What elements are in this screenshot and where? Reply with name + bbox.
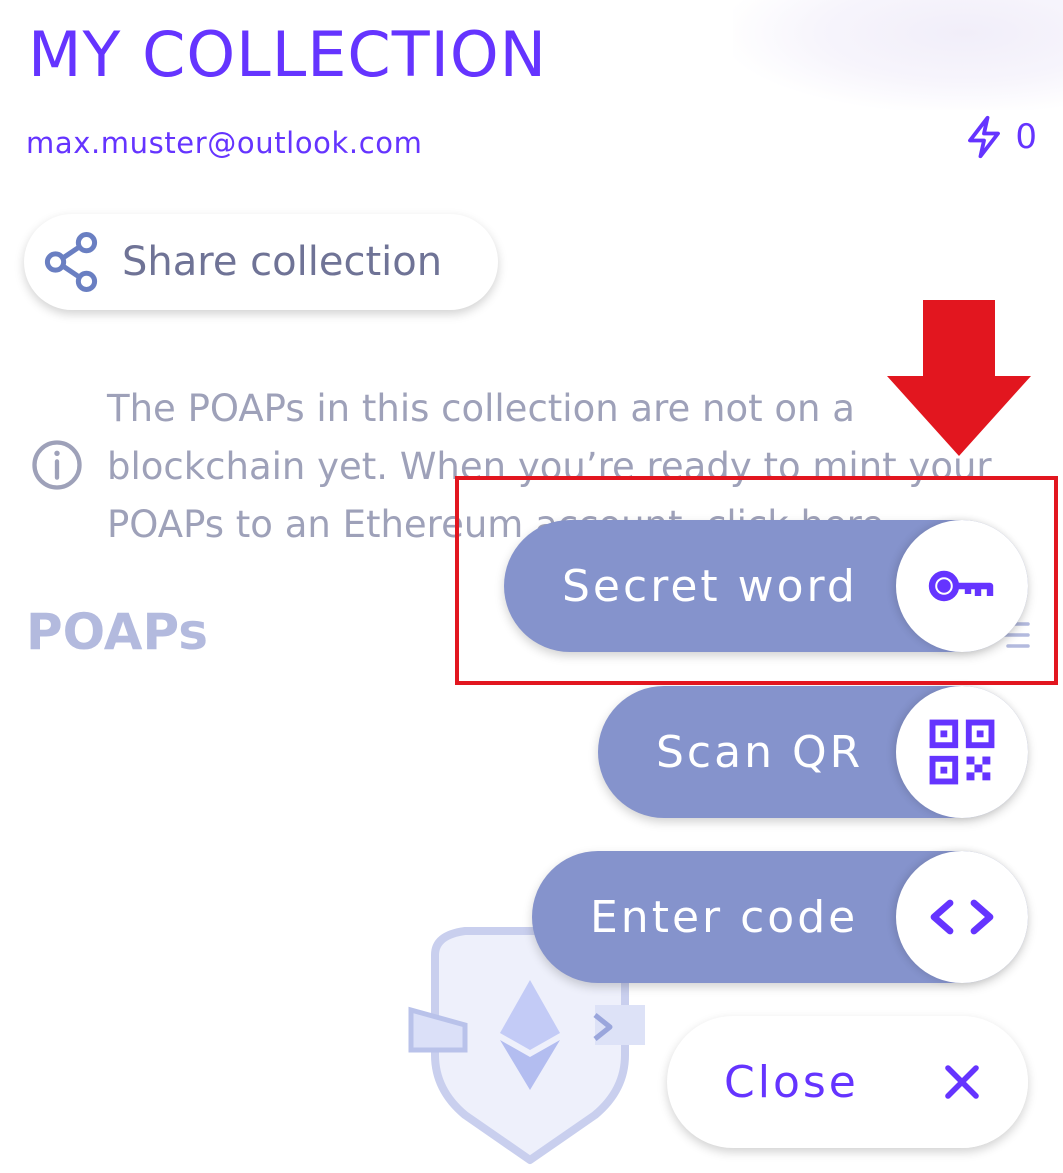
enter-code-label: Enter code [590, 891, 859, 943]
close-menu-button[interactable]: Close [667, 1016, 1028, 1148]
close-label: Close [724, 1056, 859, 1108]
share-icon [44, 232, 98, 292]
scan-qr-button[interactable]: Scan QR [598, 686, 1028, 818]
annotation-down-arrow-icon [887, 300, 1031, 456]
lightning-icon [968, 115, 1001, 159]
scan-qr-label: Scan QR [656, 726, 864, 778]
close-icon [945, 1065, 979, 1099]
enter-code-icon-circle [896, 851, 1028, 983]
scan-qr-icon-circle [896, 686, 1028, 818]
enter-code-button[interactable]: Enter code [532, 851, 1028, 983]
close-icon-circle [896, 1016, 1028, 1148]
annotation-highlight-box [455, 476, 1058, 685]
share-collection-label: Share collection [122, 239, 443, 285]
share-collection-button[interactable]: Share collection [24, 214, 498, 310]
code-brackets-icon [930, 899, 994, 935]
page-title: MY COLLECTION [28, 18, 548, 91]
qr-code-icon [929, 719, 995, 785]
energy-counter[interactable]: 0 [963, 114, 1037, 160]
collection-screen: MY COLLECTION max.muster@outlook.com 0 S… [0, 0, 1063, 1173]
background-decoration [733, 0, 1063, 110]
account-email: max.muster@outlook.com [26, 126, 423, 160]
energy-count: 0 [1015, 117, 1037, 157]
